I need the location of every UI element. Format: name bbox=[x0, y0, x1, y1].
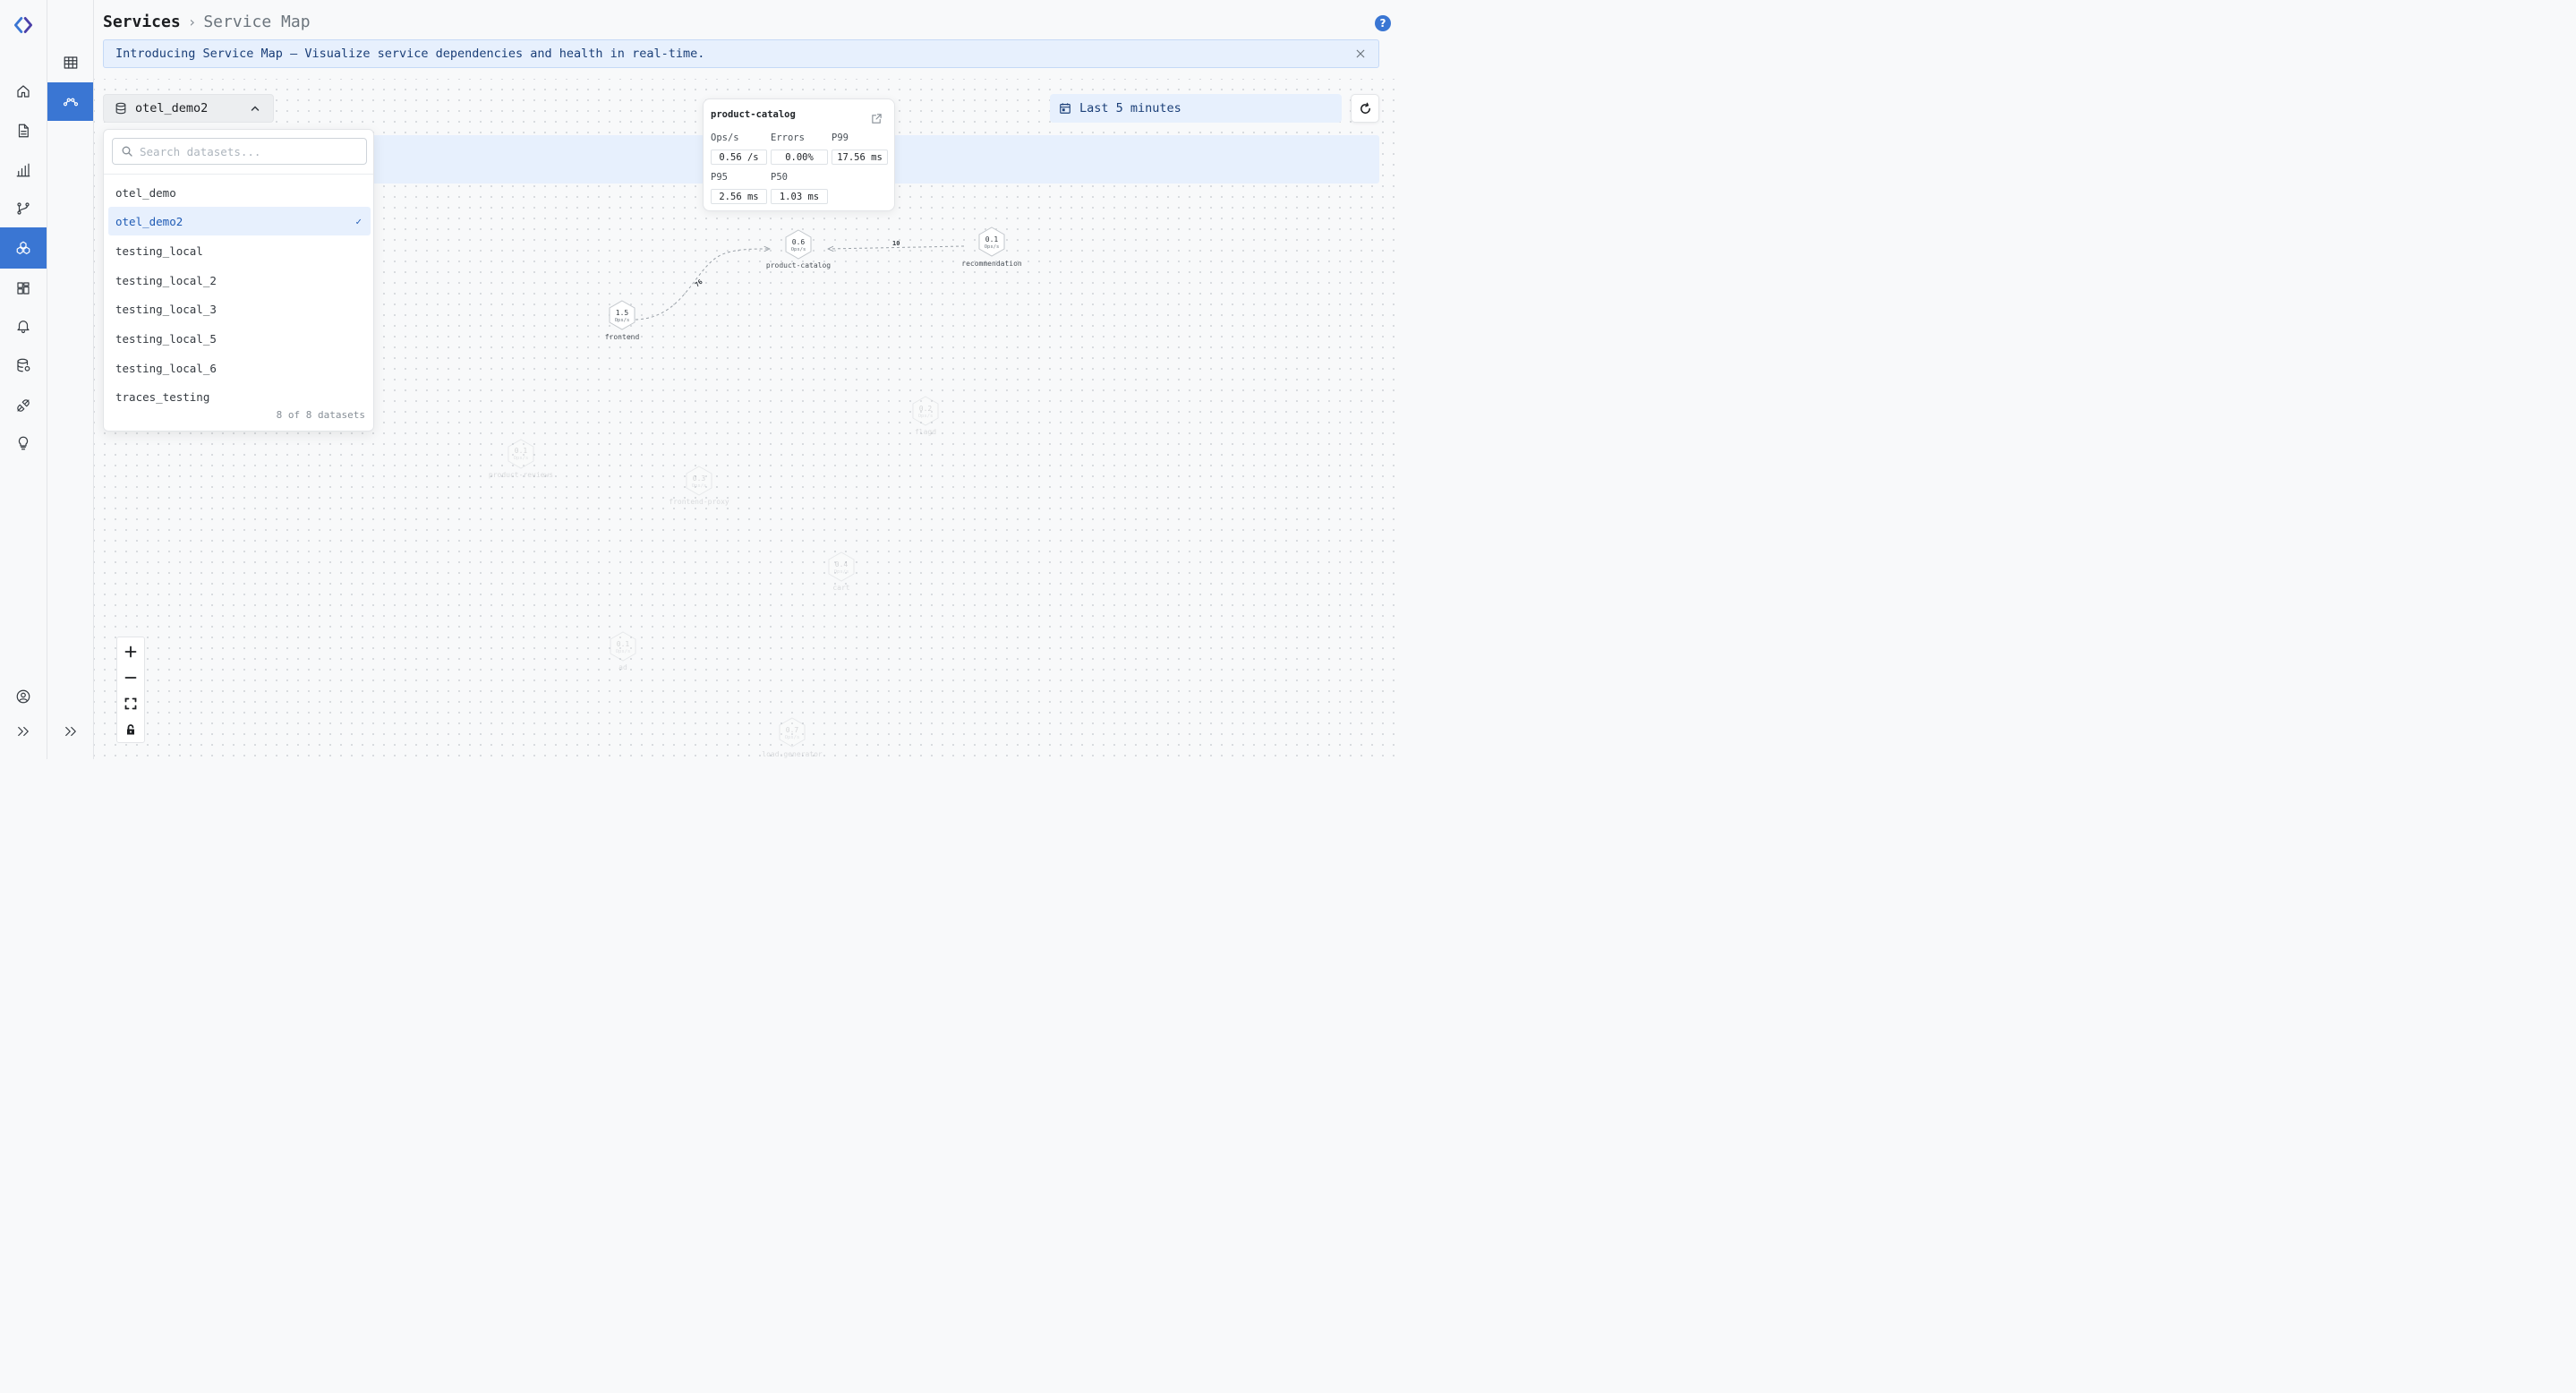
user-circle-icon[interactable] bbox=[0, 679, 47, 714]
main-content: Services › Service Map ? Introducing Ser… bbox=[94, 0, 1403, 759]
refresh-icon bbox=[1360, 102, 1370, 114]
dataset-select-value: otel_demo2 bbox=[135, 101, 209, 115]
dataset-option-label: testing_local_2 bbox=[115, 273, 217, 287]
dataset-select[interactable]: otel_demo2 bbox=[103, 94, 274, 123]
lightbulb-icon[interactable] bbox=[0, 425, 47, 461]
p99-label: P99 bbox=[832, 132, 849, 143]
dataset-option[interactable]: testing_local_3 bbox=[108, 295, 371, 323]
dataset-option-label: testing_local_6 bbox=[115, 361, 217, 375]
expand-chevrons-icon[interactable] bbox=[0, 714, 47, 749]
dataset-option[interactable]: testing_local_5 bbox=[108, 324, 371, 353]
secondary-nav-rail bbox=[47, 0, 94, 759]
check-icon: ✓ bbox=[355, 215, 362, 227]
chevrons-logo-icon[interactable] bbox=[0, 7, 47, 43]
primary-nav-rail bbox=[0, 0, 47, 759]
dataset-option-label: testing_local_3 bbox=[115, 302, 217, 316]
dataset-option[interactable]: testing_local bbox=[108, 236, 371, 265]
table-icon[interactable] bbox=[47, 44, 93, 81]
close-icon[interactable] bbox=[1353, 47, 1368, 61]
banner-text: Introducing Service Map – Visualize serv… bbox=[115, 47, 705, 61]
p99-value: 17.56 ms bbox=[832, 150, 888, 165]
dataset-option[interactable]: traces_testing bbox=[108, 382, 371, 411]
chevron-up-icon bbox=[251, 106, 260, 111]
search-icon bbox=[122, 146, 132, 157]
calendar-icon bbox=[1060, 103, 1070, 114]
expand-chevrons-icon[interactable] bbox=[47, 713, 93, 750]
breadcrumb-root[interactable]: Services bbox=[103, 13, 181, 31]
divider bbox=[104, 174, 373, 175]
dataset-option[interactable]: otel_demo bbox=[108, 178, 371, 207]
zoom-in-icon[interactable] bbox=[117, 638, 144, 664]
service-details-card: product-catalog Ops/s Errors P99 0.56 /s… bbox=[703, 98, 895, 211]
p50-value: 1.03 ms bbox=[771, 189, 828, 204]
dataset-search-field[interactable] bbox=[112, 138, 367, 165]
lock-icon[interactable] bbox=[117, 716, 144, 742]
dashboard-icon[interactable] bbox=[0, 270, 47, 306]
help-icon[interactable]: ? bbox=[1375, 15, 1391, 31]
errors-label: Errors bbox=[771, 132, 805, 143]
chevron-right-icon: › bbox=[187, 13, 197, 30]
zoom-out-icon[interactable] bbox=[117, 664, 144, 690]
document-icon[interactable] bbox=[0, 113, 47, 149]
p50-label: P50 bbox=[771, 172, 788, 183]
services-icon[interactable] bbox=[0, 227, 47, 269]
dataset-option-label: otel_demo2 bbox=[115, 214, 183, 228]
ops-label: Ops/s bbox=[711, 132, 739, 143]
git-branch-icon[interactable] bbox=[0, 191, 47, 226]
dataset-option-label: traces_testing bbox=[115, 389, 210, 404]
home-icon[interactable] bbox=[0, 73, 47, 109]
database-icon bbox=[115, 102, 126, 115]
service-map-icon[interactable] bbox=[47, 82, 93, 121]
fit-view-icon[interactable] bbox=[117, 690, 144, 716]
plug-icon[interactable] bbox=[0, 388, 47, 423]
dataset-option-selected[interactable]: otel_demo2 ✓ bbox=[108, 207, 371, 235]
ops-value: 0.56 /s bbox=[711, 150, 767, 165]
zoom-controls bbox=[116, 637, 145, 743]
service-card-title: product-catalog bbox=[711, 109, 796, 120]
dataset-option-label: testing_local_5 bbox=[115, 331, 217, 346]
time-range-picker[interactable]: Last 5 minutes bbox=[1050, 94, 1342, 123]
database-settings-icon[interactable] bbox=[0, 347, 47, 383]
time-range-label: Last 5 minutes bbox=[1079, 101, 1181, 115]
errors-value: 0.00% bbox=[771, 150, 828, 165]
dataset-option-label: testing_local bbox=[115, 244, 203, 258]
dataset-option-label: otel_demo bbox=[115, 185, 176, 200]
breadcrumb-current: Service Map bbox=[203, 13, 311, 31]
external-link-icon[interactable] bbox=[871, 113, 883, 124]
dataset-dropdown: otel_demo otel_demo2 ✓ testing_local test… bbox=[103, 129, 374, 432]
dataset-count: 8 of 8 datasets bbox=[276, 409, 365, 421]
p95-value: 2.56 ms bbox=[711, 189, 767, 204]
refresh-button[interactable] bbox=[1351, 94, 1379, 123]
bar-chart-icon[interactable] bbox=[0, 152, 47, 188]
p95-label: P95 bbox=[711, 172, 728, 183]
dataset-search-input[interactable] bbox=[138, 143, 356, 159]
breadcrumb: Services › Service Map bbox=[103, 13, 311, 31]
dataset-option[interactable]: testing_local_6 bbox=[108, 354, 371, 382]
announcement-banner: Introducing Service Map – Visualize serv… bbox=[103, 39, 1379, 68]
dataset-option[interactable]: testing_local_2 bbox=[108, 266, 371, 295]
bell-icon[interactable] bbox=[0, 308, 47, 344]
